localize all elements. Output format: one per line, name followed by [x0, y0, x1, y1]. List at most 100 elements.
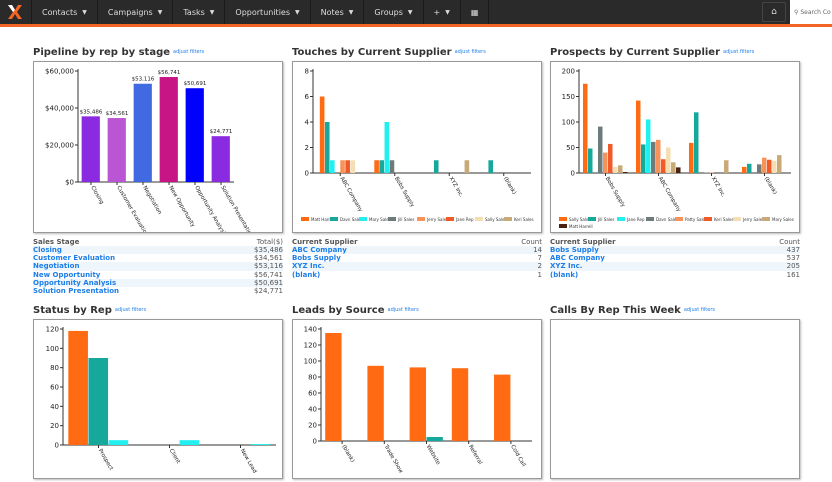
row-link[interactable]: Customer Evaluation	[33, 254, 220, 262]
y-tick-label: 0	[571, 170, 575, 178]
bar	[250, 444, 271, 445]
inbox-button[interactable]: ⌂	[762, 2, 786, 22]
nav-notes[interactable]: Notes ▼	[311, 0, 365, 24]
row-link[interactable]: Bobs Supply	[292, 254, 482, 262]
legend-swatch	[417, 217, 425, 221]
row-value: 205	[739, 262, 800, 271]
bar	[330, 160, 335, 173]
legend-swatch	[559, 217, 567, 221]
x-tick-label: Prospect	[97, 448, 114, 472]
legend-label: Jane Rep	[626, 217, 645, 222]
calendar-icon: ▦	[470, 7, 479, 17]
column-header: Sales Stage	[33, 238, 80, 246]
legend-label: Patty Sales	[685, 217, 707, 222]
nav-label: Contacts	[42, 7, 78, 17]
bar	[451, 368, 469, 441]
table-row: (blank) 1	[292, 271, 542, 279]
x-tick-label: Referral	[467, 444, 483, 466]
caret-down-icon: ▼	[445, 8, 450, 16]
bar	[650, 141, 656, 173]
nav-calendar[interactable]: ▦	[461, 0, 490, 24]
y-tick-label: 100	[304, 358, 317, 366]
row-link[interactable]: Closing	[33, 246, 221, 255]
x-tick-label: Trade Show	[382, 443, 404, 475]
nav-contacts[interactable]: Contacts ▼	[32, 0, 98, 24]
column-header: Current Supplier	[292, 238, 358, 246]
x-tick-label: (blank)	[340, 444, 355, 464]
adjust-filters-link[interactable]: adjust filters	[455, 49, 486, 55]
row-link[interactable]: Solution Presentation	[33, 287, 220, 295]
x-tick-label: XYZ Inc.	[710, 176, 727, 199]
y-tick-label: $0	[65, 179, 74, 187]
row-link[interactable]: ABC Company	[550, 254, 740, 262]
column-header: Count	[779, 238, 800, 246]
legend-swatch	[330, 217, 338, 221]
bar	[708, 172, 714, 173]
row-link[interactable]: XYZ Inc.	[550, 262, 740, 271]
panel-title: Calls By Rep This Week	[550, 305, 681, 316]
bar	[597, 126, 603, 173]
row-link[interactable]: Negotiation	[33, 262, 221, 271]
table-header: Current Supplier Count	[292, 238, 542, 246]
legend-swatch	[301, 217, 309, 221]
bar	[618, 165, 623, 173]
bar	[345, 160, 350, 173]
bar	[88, 358, 109, 445]
bar	[325, 333, 342, 441]
row-link[interactable]: New Opportunity	[33, 271, 220, 279]
nav-groups[interactable]: Groups ▼	[364, 0, 424, 24]
row-link[interactable]: Opportunity Analysis	[33, 278, 221, 287]
row-link[interactable]: Bobs Supply	[550, 246, 740, 255]
panel-prospects: Prospects by Current Supplier adjust filt…	[550, 47, 800, 279]
status-chart: 0 20 40 60 80 100 120 Prospect Client New Lead	[46, 326, 276, 474]
bar	[379, 160, 385, 173]
legend-label: Jill Sales	[397, 217, 414, 222]
nav-opportunities[interactable]: Opportunities ▼	[225, 0, 311, 24]
caret-down-icon: ▼	[348, 8, 354, 16]
y-tick-label: 140	[304, 326, 317, 334]
legend-label: Mary Sales	[369, 217, 391, 222]
adjust-filters-link[interactable]: adjust filters	[684, 307, 715, 313]
row-link[interactable]: ABC Company	[292, 246, 482, 255]
legend-swatch	[504, 217, 512, 221]
bar	[433, 160, 439, 173]
bar	[746, 163, 752, 173]
bar	[319, 96, 325, 173]
bar	[608, 143, 613, 173]
bar	[133, 83, 152, 182]
touches-table: Current Supplier Count ABC Company 14 Bobs S…	[292, 238, 542, 279]
adjust-filters-link[interactable]: adjust filters	[723, 49, 754, 55]
data-label: $53,116	[132, 77, 155, 83]
nav-add[interactable]: + ▼	[424, 0, 461, 24]
row-link[interactable]: XYZ Inc.	[292, 262, 482, 271]
x-tick-label: ABC Company	[657, 176, 682, 214]
legend-swatch	[675, 217, 683, 221]
x-tick-label: Bobs Supply	[393, 176, 416, 209]
nav-campaigns[interactable]: Campaigns ▼	[98, 0, 174, 24]
row-link[interactable]: (blank)	[292, 271, 482, 279]
x-tick-label: New Lead	[239, 448, 258, 474]
nav-tasks[interactable]: Tasks ▼	[173, 0, 226, 24]
y-tick-label: 120	[46, 326, 59, 334]
legend-label: Keri Sales	[714, 217, 734, 222]
search-input[interactable]: ⚲ Search Co	[790, 0, 832, 24]
row-link[interactable]: (blank)	[550, 271, 740, 279]
adjust-filters-link[interactable]: adjust filters	[388, 307, 419, 313]
row-value: 14	[481, 246, 542, 255]
legend-swatch	[646, 217, 654, 221]
bar	[602, 152, 608, 173]
x-tick-label: Cold Call	[509, 444, 527, 468]
bar	[676, 167, 681, 173]
app-logo[interactable]	[0, 0, 32, 24]
legend-label: Mary Sales	[772, 217, 794, 222]
row-value: 1	[537, 270, 542, 279]
panel-title: Pipeline by rep by stage	[33, 47, 171, 58]
adjust-filters-link[interactable]: adjust filters	[115, 307, 146, 313]
y-tick-label: 0	[305, 170, 309, 178]
bar	[635, 100, 641, 173]
panel-status: Status by Rep adjust filters 0 20 40 60 80 100…	[33, 305, 283, 479]
adjust-filters-link[interactable]: adjust filters	[173, 49, 204, 55]
row-value: $35,486	[220, 246, 283, 255]
panel-leads: Leads by Source adjust filters 0 20 40 60 80 1…	[292, 305, 542, 479]
y-tick-label: 60	[50, 384, 59, 392]
